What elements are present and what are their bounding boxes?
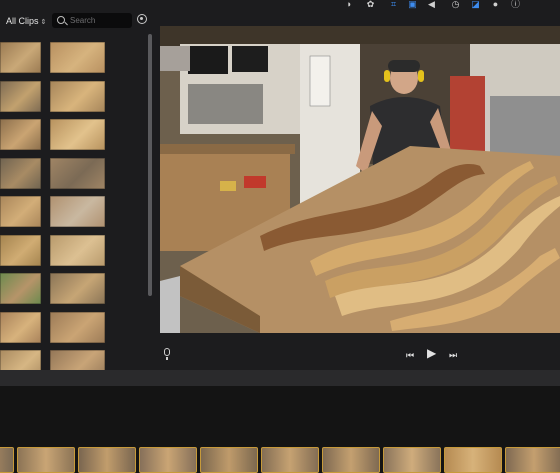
timeline-header [0, 370, 560, 386]
search-icon [57, 16, 65, 24]
scrollbar-thumb[interactable] [148, 34, 152, 296]
crop-icon[interactable]: ⌗ [388, 0, 399, 9]
noise-reduction-icon[interactable]: ◪ [470, 0, 481, 9]
adjustments-toolbar: ◑ ✿ ⌗ ▣ ◀ ◷ ◪ ● ⓘ [160, 0, 560, 14]
skip-back-button[interactable]: ⏮ [406, 349, 414, 361]
clip-thumbnail[interactable] [50, 42, 105, 73]
timeline-clip[interactable] [0, 447, 14, 473]
chevron-updown-icon: ⇕ [40, 19, 47, 26]
stabilization-icon[interactable]: ▣ [407, 0, 418, 9]
clip-thumbnail[interactable] [0, 196, 41, 227]
clip-thumbnail[interactable] [0, 311, 41, 343]
clip-thumbnail[interactable] [50, 196, 105, 227]
clip-thumbnail[interactable] [50, 350, 105, 370]
clip-thumbnail[interactable] [0, 273, 41, 304]
speed-icon[interactable]: ◷ [450, 0, 461, 9]
timeline-clip[interactable] [322, 447, 380, 473]
volume-icon[interactable]: ◀ [426, 0, 437, 9]
clip-thumbnail[interactable] [0, 350, 41, 370]
timeline-clip[interactable] [200, 447, 258, 473]
timeline-clip[interactable] [444, 447, 502, 473]
clip-filter-icon[interactable]: ● [490, 0, 501, 9]
clip-filter-dropdown[interactable]: All Clips ⇕ [6, 13, 46, 29]
playback-controls: ⏮ ▶ ⏭ [160, 344, 560, 364]
clip-thumbnail[interactable] [0, 119, 41, 150]
timeline-clip[interactable] [78, 447, 136, 473]
skip-forward-button[interactable]: ⏭ [449, 349, 457, 361]
clip-thumbnail[interactable] [50, 119, 105, 150]
clip-thumbnail[interactable] [50, 157, 105, 189]
info-icon[interactable]: ⓘ [510, 0, 521, 9]
clip-thumbnail[interactable] [0, 80, 41, 112]
clip-thumbnail[interactable] [0, 234, 41, 266]
clip-filter-label: All Clips [6, 16, 39, 26]
clip-thumbnail[interactable] [50, 80, 105, 112]
color-balance-icon[interactable]: ◑ [343, 0, 354, 9]
voiceover-mic-icon[interactable] [164, 348, 170, 360]
browser-settings-icon[interactable] [137, 14, 147, 24]
timeline-clip[interactable] [505, 447, 560, 473]
clip-thumbnail[interactable] [0, 42, 41, 73]
browser-scrollbar[interactable] [148, 34, 152, 364]
timeline-clip[interactable] [383, 447, 441, 473]
play-button[interactable]: ▶ [427, 347, 436, 359]
timeline-clip[interactable] [261, 447, 319, 473]
color-correction-icon[interactable]: ✿ [365, 0, 376, 9]
timeline-video-track[interactable] [0, 446, 560, 473]
clip-thumbnail[interactable] [50, 311, 105, 343]
search-field[interactable] [52, 13, 132, 28]
viewer-frame [160, 26, 560, 333]
browser-toolbar: All Clips ⇕ [0, 10, 155, 32]
clip-grid [0, 40, 146, 370]
clip-thumbnail[interactable] [50, 273, 105, 304]
search-input[interactable] [70, 14, 128, 26]
timeline-clip[interactable] [139, 447, 197, 473]
timeline-clip[interactable] [17, 447, 75, 473]
video-viewer[interactable] [160, 26, 560, 333]
timeline[interactable] [0, 370, 560, 473]
clip-thumbnail[interactable] [50, 234, 105, 266]
clip-thumbnail[interactable] [0, 157, 41, 189]
